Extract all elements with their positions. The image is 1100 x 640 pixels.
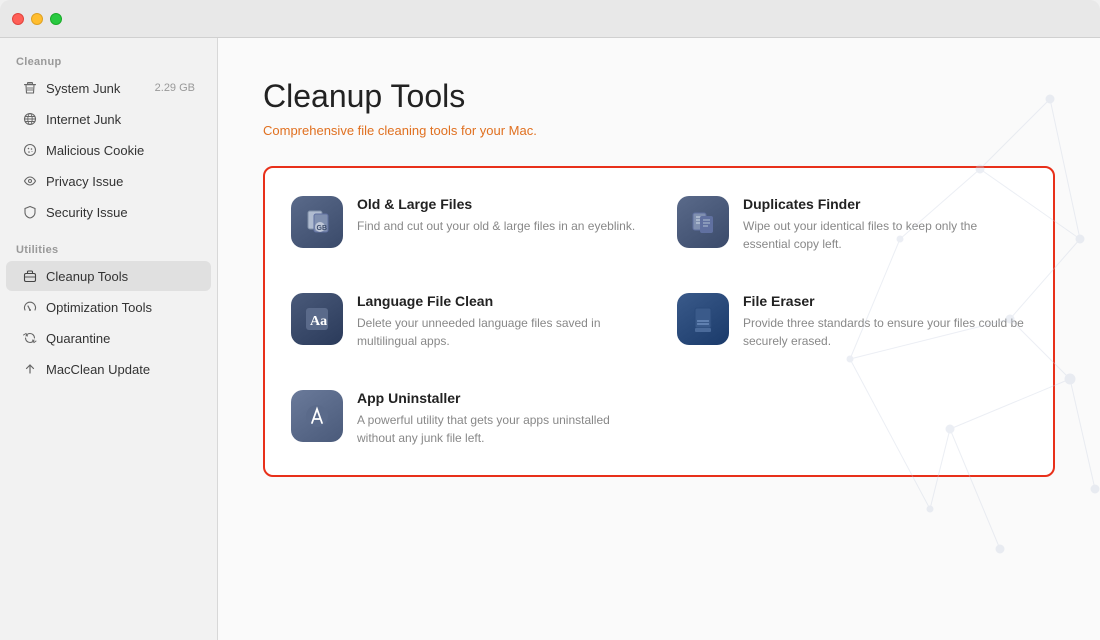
duplicates-finder-info: Duplicates Finder Wipe out your identica… xyxy=(743,196,1027,253)
language-file-clean-name: Language File Clean xyxy=(357,293,641,309)
optimization-tools-label: Optimization Tools xyxy=(46,300,195,315)
cleanup-section-label: Cleanup xyxy=(0,50,217,72)
tool-card-language-file-clean[interactable]: Aa Language File Clean Delete your unnee… xyxy=(275,275,657,368)
language-file-clean-info: Language File Clean Delete your unneeded… xyxy=(357,293,641,350)
privacy-issue-label: Privacy Issue xyxy=(46,174,195,189)
tool-card-file-eraser[interactable]: File Eraser Provide three standards to e… xyxy=(661,275,1043,368)
tools-grid: GB Old & Large Files Find and cut out yo… xyxy=(275,178,1043,465)
tools-grid-container: GB Old & Large Files Find and cut out yo… xyxy=(263,166,1055,477)
eye-icon xyxy=(22,173,38,189)
minimize-button[interactable] xyxy=(31,13,43,25)
refresh-icon xyxy=(22,330,38,346)
file-eraser-name: File Eraser xyxy=(743,293,1027,309)
sidebar-item-optimization-tools[interactable]: Optimization Tools xyxy=(6,292,211,322)
arrow-up-icon xyxy=(22,361,38,377)
duplicates-finder-desc: Wipe out your identical files to keep on… xyxy=(743,217,1027,253)
sidebar-item-security-issue[interactable]: Security Issue xyxy=(6,197,211,227)
app-body: Cleanup System Junk 2.29 GB xyxy=(0,38,1100,640)
gauge-icon xyxy=(22,299,38,315)
maximize-button[interactable] xyxy=(50,13,62,25)
file-eraser-icon xyxy=(677,293,729,345)
sidebar-item-macclean-update[interactable]: MacClean Update xyxy=(6,354,211,384)
briefcase-icon xyxy=(22,268,38,284)
sidebar-item-malicious-cookie[interactable]: Malicious Cookie xyxy=(6,135,211,165)
cookie-icon xyxy=(22,142,38,158)
trash-icon xyxy=(22,80,38,96)
main-content: Cleanup Tools Comprehensive file cleanin… xyxy=(218,38,1100,640)
old-large-files-desc: Find and cut out your old & large files … xyxy=(357,217,641,235)
tool-card-duplicates-finder[interactable]: Duplicates Finder Wipe out your identica… xyxy=(661,178,1043,271)
internet-junk-label: Internet Junk xyxy=(46,112,195,127)
old-large-files-name: Old & Large Files xyxy=(357,196,641,212)
sidebar-item-internet-junk[interactable]: Internet Junk xyxy=(6,104,211,134)
cleanup-tools-label: Cleanup Tools xyxy=(46,269,195,284)
sidebar-item-system-junk[interactable]: System Junk 2.29 GB xyxy=(6,73,211,103)
tool-card-old-large-files[interactable]: GB Old & Large Files Find and cut out yo… xyxy=(275,178,657,271)
language-file-clean-icon: Aa xyxy=(291,293,343,345)
app-uninstaller-desc: A powerful utility that gets your apps u… xyxy=(357,411,641,447)
duplicates-finder-name: Duplicates Finder xyxy=(743,196,1027,212)
svg-text:GB: GB xyxy=(317,225,328,232)
language-file-clean-desc: Delete your unneeded language files save… xyxy=(357,314,641,350)
macclean-update-label: MacClean Update xyxy=(46,362,195,377)
shield-icon xyxy=(22,204,38,220)
sidebar: Cleanup System Junk 2.29 GB xyxy=(0,38,218,640)
app-uninstaller-info: App Uninstaller A powerful utility that … xyxy=(357,390,641,447)
sidebar-item-quarantine[interactable]: Quarantine xyxy=(6,323,211,353)
file-eraser-desc: Provide three standards to ensure your f… xyxy=(743,314,1027,350)
file-eraser-info: File Eraser Provide three standards to e… xyxy=(743,293,1027,350)
sidebar-item-privacy-issue[interactable]: Privacy Issue xyxy=(6,166,211,196)
duplicates-finder-icon xyxy=(677,196,729,248)
old-large-files-icon: GB xyxy=(291,196,343,248)
globe-icon xyxy=(22,111,38,127)
svg-text:Aa: Aa xyxy=(310,314,327,329)
titlebar xyxy=(0,0,1100,38)
sidebar-item-cleanup-tools[interactable]: Cleanup Tools xyxy=(6,261,211,291)
tool-card-app-uninstaller[interactable]: App Uninstaller A powerful utility that … xyxy=(275,372,657,465)
old-large-files-info: Old & Large Files Find and cut out your … xyxy=(357,196,641,235)
app-uninstaller-icon xyxy=(291,390,343,442)
security-issue-label: Security Issue xyxy=(46,205,195,220)
quarantine-label: Quarantine xyxy=(46,331,195,346)
utilities-section-label: Utilities xyxy=(0,238,217,260)
system-junk-label: System Junk xyxy=(46,81,147,96)
malicious-cookie-label: Malicious Cookie xyxy=(46,143,195,158)
app-uninstaller-name: App Uninstaller xyxy=(357,390,641,406)
system-junk-badge: 2.29 GB xyxy=(155,82,195,94)
traffic-lights xyxy=(12,13,62,25)
close-button[interactable] xyxy=(12,13,24,25)
page-title: Cleanup Tools xyxy=(263,78,1055,115)
page-subtitle: Comprehensive file cleaning tools for yo… xyxy=(263,123,1055,138)
